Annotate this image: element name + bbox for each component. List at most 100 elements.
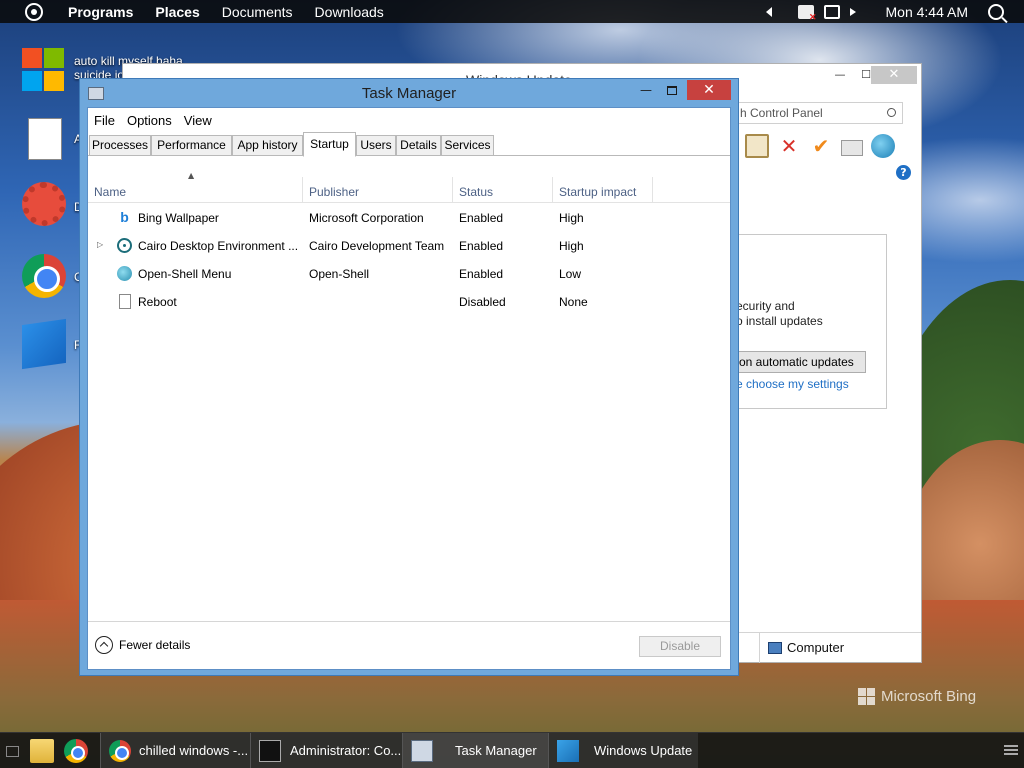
task-manager-window: Task Manager — ✕ File Options View Proce… bbox=[79, 78, 739, 676]
start-logo-icon[interactable] bbox=[25, 2, 43, 21]
startup-list: ▲ Name Publisher Status Startup impact b… bbox=[88, 157, 730, 623]
task-label: chilled windows -... bbox=[139, 743, 249, 758]
task-task-manager[interactable]: Task Manager bbox=[402, 733, 548, 768]
help-icon[interactable]: ? bbox=[896, 165, 911, 180]
computer-icon bbox=[768, 641, 782, 654]
delete-x-icon[interactable]: ✕ bbox=[777, 134, 801, 158]
row-status: Enabled bbox=[459, 239, 504, 253]
close-button[interactable]: ✕ bbox=[871, 66, 917, 84]
search-placeholder: h Control Panel bbox=[740, 106, 823, 120]
column-separator[interactable] bbox=[552, 177, 553, 203]
tab-services[interactable]: Services bbox=[441, 135, 494, 156]
volume-muted-icon[interactable] bbox=[849, 7, 856, 16]
task-windows-update[interactable]: Windows Update bbox=[548, 733, 698, 768]
windows-logo-icon[interactable] bbox=[22, 48, 66, 92]
network-icon[interactable] bbox=[823, 4, 840, 19]
maximize-button[interactable] bbox=[659, 80, 685, 100]
status-computer: Computer bbox=[768, 640, 844, 655]
turn-on-automatic-updates-button[interactable]: on automatic updates bbox=[736, 351, 866, 373]
table-row[interactable]: Reboot Disabled None bbox=[88, 288, 730, 316]
cairo-icon bbox=[117, 238, 132, 253]
row-name: Open-Shell Menu bbox=[138, 267, 232, 281]
row-status: Enabled bbox=[459, 211, 504, 225]
menu-lines-icon[interactable] bbox=[1004, 745, 1018, 755]
menu-view[interactable]: View bbox=[184, 113, 212, 128]
tab-users[interactable]: Users bbox=[356, 135, 396, 156]
column-separator[interactable] bbox=[452, 177, 453, 203]
taskbar: chilled windows -... Administrator: Co..… bbox=[0, 732, 1024, 768]
tab-startup[interactable]: Startup bbox=[303, 132, 356, 157]
chrome-icon[interactable] bbox=[64, 739, 88, 763]
clipboard-icon[interactable] bbox=[745, 134, 769, 158]
windows-update-panel: ecurity and o install updates on automat… bbox=[735, 234, 887, 409]
top-menu: Programs Places Documents Downloads bbox=[68, 4, 406, 20]
row-impact: High bbox=[559, 211, 584, 225]
task-label: Task Manager bbox=[455, 743, 537, 758]
fewer-details-button[interactable]: Fewer details bbox=[95, 636, 190, 654]
row-status: Enabled bbox=[459, 267, 504, 281]
bing-icon: b bbox=[120, 209, 129, 225]
menu-programs[interactable]: Programs bbox=[68, 4, 133, 20]
minimize-button[interactable]: — bbox=[633, 80, 659, 100]
open-shell-icon bbox=[117, 266, 132, 281]
bing-watermark: Microsoft Bing bbox=[858, 688, 976, 705]
task-manager-footer: Fewer details Disable bbox=[88, 621, 730, 669]
windows8-icon[interactable] bbox=[22, 318, 66, 370]
disable-button[interactable]: Disable bbox=[639, 636, 721, 657]
microsoft-logo-icon bbox=[858, 688, 875, 705]
clock[interactable]: Mon 4:44 AM bbox=[886, 4, 969, 20]
column-separator[interactable] bbox=[652, 177, 653, 203]
menu-options[interactable]: Options bbox=[127, 113, 172, 128]
folder-icon[interactable] bbox=[30, 739, 54, 763]
choose-settings-link[interactable]: e choose my settings bbox=[736, 377, 849, 391]
row-publisher: Cairo Development Team bbox=[309, 239, 445, 253]
document-icon[interactable] bbox=[28, 118, 62, 160]
start-button[interactable] bbox=[6, 746, 19, 757]
task-command-prompt[interactable]: Administrator: Co... bbox=[250, 733, 402, 768]
tab-performance[interactable]: Performance bbox=[151, 135, 232, 156]
bing-watermark-text: Microsoft Bing bbox=[881, 688, 977, 705]
search-icon[interactable] bbox=[988, 3, 1004, 20]
table-row[interactable]: b Bing Wallpaper Microsoft Corporation E… bbox=[88, 204, 730, 232]
row-impact: None bbox=[559, 295, 588, 309]
gear-icon[interactable] bbox=[22, 182, 66, 226]
column-headers: Name Publisher Status Startup impact bbox=[88, 177, 730, 203]
tab-details[interactable]: Details bbox=[396, 135, 441, 156]
table-row[interactable]: ▷ Cairo Desktop Environment ... Cairo De… bbox=[88, 232, 730, 260]
menu-downloads[interactable]: Downloads bbox=[315, 4, 384, 20]
chevron-up-icon bbox=[95, 636, 113, 654]
row-name: Reboot bbox=[138, 295, 177, 309]
task-chrome[interactable]: chilled windows -... bbox=[100, 733, 250, 768]
row-name: Cairo Desktop Environment ... bbox=[138, 239, 299, 253]
search-icon[interactable] bbox=[887, 108, 896, 117]
menu-places[interactable]: Places bbox=[155, 4, 199, 20]
chrome-icon[interactable] bbox=[22, 254, 66, 298]
tab-app-history[interactable]: App history bbox=[232, 135, 303, 156]
panel-text-line: ecurity and bbox=[736, 299, 795, 313]
column-publisher[interactable]: Publisher bbox=[309, 185, 359, 199]
control-panel-search-input[interactable]: h Control Panel bbox=[735, 102, 903, 124]
row-impact: Low bbox=[559, 267, 582, 281]
mail-icon[interactable] bbox=[841, 140, 863, 156]
column-startup-impact[interactable]: Startup impact bbox=[559, 185, 636, 199]
column-status[interactable]: Status bbox=[459, 185, 493, 199]
menu-documents[interactable]: Documents bbox=[222, 4, 293, 20]
globe-icon[interactable] bbox=[871, 134, 895, 158]
menu-file[interactable]: File bbox=[94, 113, 115, 128]
expand-arrow-icon[interactable]: ▷ bbox=[97, 240, 103, 249]
tray-expand-icon[interactable] bbox=[765, 6, 772, 17]
tab-strip: Processes Performance App history Startu… bbox=[88, 132, 730, 157]
checkmark-icon[interactable]: ✔ bbox=[809, 134, 833, 158]
task-manager-titlebar[interactable]: Task Manager — ✕ bbox=[80, 79, 738, 107]
panel-text-line: o install updates bbox=[736, 314, 823, 328]
tab-processes[interactable]: Processes bbox=[89, 135, 151, 156]
task-manager-body: File Options View Processes Performance … bbox=[87, 107, 731, 670]
close-button[interactable]: ✕ bbox=[687, 80, 731, 100]
column-separator[interactable] bbox=[302, 177, 303, 203]
minimize-button[interactable]: — bbox=[827, 66, 853, 84]
column-name[interactable]: Name bbox=[94, 185, 126, 199]
action-center-flag-icon[interactable] bbox=[797, 4, 816, 23]
table-row[interactable]: Open-Shell Menu Open-Shell Enabled Low bbox=[88, 260, 730, 288]
maximize-icon bbox=[667, 86, 677, 95]
cmd-icon bbox=[259, 740, 281, 762]
